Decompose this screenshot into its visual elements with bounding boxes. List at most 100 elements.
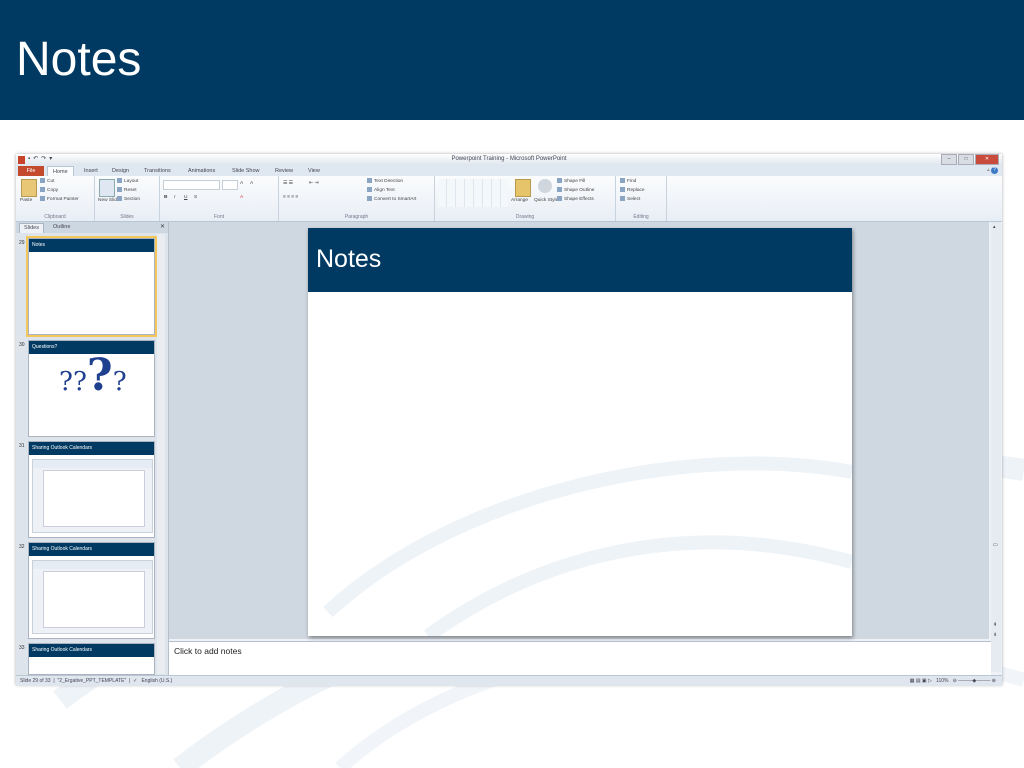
maximize-button[interactable]: □ (958, 154, 974, 165)
tab-insert[interactable]: Insert (84, 166, 98, 176)
underline-button[interactable]: U (184, 194, 187, 201)
close-panel-icon[interactable]: ✕ (160, 223, 165, 230)
arrange-icon[interactable] (515, 179, 531, 197)
slide-swoosh-decoration (323, 456, 852, 636)
find-button[interactable]: Find (620, 178, 636, 185)
shadow-button[interactable]: S (194, 194, 197, 201)
cut-button[interactable]: Cut (40, 178, 54, 185)
font-name-select[interactable] (163, 180, 220, 190)
quick-styles-icon[interactable] (538, 179, 552, 193)
tab-animations[interactable]: Animations (188, 166, 215, 176)
title-bar: ▪ ↶ ↷ ▾ Powerpoint Training - Microsoft … (16, 154, 1002, 165)
previous-slide-icon[interactable]: ⇞ (993, 622, 997, 628)
spellcheck-icon[interactable]: ✓ (133, 678, 137, 684)
convert-smartart-button[interactable]: Convert to SmartArt (367, 196, 416, 203)
next-slide-icon[interactable]: ⇟ (993, 632, 997, 638)
tab-transitions[interactable]: Transitions (144, 166, 171, 176)
shape-fill-button[interactable]: Shape Fill (557, 178, 585, 185)
slides-panel: Slides Outline ✕ 29 Notes 30 Questions? … (16, 222, 169, 675)
view-buttons[interactable]: ▦ ▤ ▣ ▷ (910, 678, 932, 684)
ribbon-help-area: ▵ ? (987, 167, 998, 174)
scroll-thumb-icon[interactable]: ▭ (993, 542, 998, 548)
copy-button[interactable]: Copy (40, 187, 58, 194)
font-size-select[interactable] (222, 180, 238, 190)
align-icons[interactable]: ≡ ≡ ≡ ≡ (283, 194, 298, 201)
shape-outline-icon (557, 187, 562, 193)
copy-icon (40, 187, 45, 193)
grow-font-icon[interactable]: A (240, 180, 243, 187)
notes-placeholder[interactable]: Click to add notes (174, 646, 242, 656)
slides-panel-scrollbar[interactable] (157, 234, 165, 674)
editor-scrollbar[interactable]: ▴ ▭ ⇞ ⇟ (991, 222, 1001, 672)
format-painter-icon (40, 196, 45, 202)
thumbnail-title: Notes (29, 239, 154, 252)
minimize-button[interactable]: – (941, 154, 957, 165)
italic-button[interactable]: I (174, 194, 175, 201)
thumbnail-title: Sharing Outlook Calendars (29, 543, 154, 556)
paste-icon[interactable] (21, 179, 37, 197)
thumbnail-screenshot (32, 560, 153, 634)
shapes-gallery[interactable] (438, 179, 508, 207)
bullets-icon[interactable]: ☰ ☰ (283, 180, 293, 187)
thumbnail-title: Sharing Outlook Calendars (29, 442, 154, 455)
bold-button[interactable]: B (164, 194, 167, 201)
status-right: ▦ ▤ ▣ ▷ 110% ⊖ ────◆──── ⊕ (910, 676, 996, 686)
slide-thumbnail-32[interactable]: Sharing Outlook Calendars (28, 542, 155, 639)
font-color-icon[interactable]: A (240, 194, 243, 201)
shape-effects-button[interactable]: Shape Effects (557, 196, 594, 203)
paragraph-group: ☰ ☰ ⇤ ⇥ ≡ ≡ ≡ ≡ Text Direction Align Tex… (279, 176, 435, 221)
layout-button[interactable]: Layout (117, 178, 138, 185)
editing-group: Find Replace Select Editing (616, 176, 667, 221)
clipboard-group-label: Clipboard (44, 214, 66, 220)
notes-pane[interactable]: Click to add notes (169, 641, 991, 676)
minimize-ribbon-icon[interactable]: ▵ (987, 167, 990, 173)
format-painter-button[interactable]: Format Painter (40, 196, 79, 203)
thumbnail-number: 32 (19, 544, 25, 550)
align-text-icon (367, 187, 372, 193)
font-group: A A B I U S A Font (160, 176, 279, 221)
align-text-button[interactable]: Align Text (367, 187, 395, 194)
thumbnail-screenshot (32, 459, 153, 533)
question-marks-graphic: ???? (59, 350, 127, 401)
shape-fill-icon (557, 178, 562, 184)
tab-file[interactable]: File (18, 166, 44, 176)
current-slide[interactable]: Notes (308, 228, 852, 636)
slide-thumbnail-31[interactable]: Sharing Outlook Calendars (28, 441, 155, 538)
clipboard-group: Paste Cut Copy Format Painter Clipboard (16, 176, 95, 221)
drawing-group-label: Drawing (515, 214, 535, 220)
paste-button[interactable]: Paste (20, 197, 32, 204)
font-group-label: Font (213, 214, 224, 220)
scroll-up-icon[interactable]: ▴ (993, 224, 996, 230)
close-button[interactable]: ✕ (975, 154, 999, 165)
shape-outline-button[interactable]: Shape Outline (557, 187, 594, 194)
tab-view[interactable]: View (308, 166, 320, 176)
text-direction-button[interactable]: Text Direction (367, 178, 403, 185)
arrange-button[interactable]: Arrange (511, 197, 528, 204)
tab-review[interactable]: Review (275, 166, 293, 176)
help-icon[interactable]: ? (991, 167, 998, 174)
reset-button[interactable]: Reset (117, 187, 137, 194)
indent-icon[interactable]: ⇤ ⇥ (309, 180, 318, 187)
select-button[interactable]: Select (620, 196, 640, 203)
slide-thumbnail-30[interactable]: Questions? ???? (28, 340, 155, 437)
shrink-font-icon[interactable]: A (250, 180, 253, 187)
zoom-slider[interactable]: ⊖ ────◆──── ⊕ (953, 678, 996, 684)
window-controls: – □ ✕ (941, 154, 999, 165)
zoom-level[interactable]: 110% (936, 678, 948, 684)
slide-thumbnail-33[interactable]: Sharing Outlook Calendars (28, 643, 155, 675)
replace-button[interactable]: Replace (620, 187, 645, 194)
text-direction-icon (367, 178, 372, 184)
paragraph-group-label: Paragraph (344, 214, 369, 220)
cut-icon (40, 178, 45, 184)
language[interactable]: English (U.S.) (141, 678, 172, 684)
tab-slide-show[interactable]: Slide Show (232, 166, 260, 176)
tab-outline[interactable]: Outline (49, 223, 74, 232)
new-slide-icon[interactable] (99, 179, 115, 197)
smartart-icon (367, 196, 372, 202)
tab-slides[interactable]: Slides (19, 223, 44, 233)
status-bar: Slide 29 of 33 | "2_Ergative_PPT_TEMPLAT… (16, 675, 1002, 686)
current-slide-title[interactable]: Notes (316, 242, 381, 276)
section-button[interactable]: Section (117, 196, 140, 203)
tab-design[interactable]: Design (112, 166, 129, 176)
slide-thumbnail-29[interactable]: Notes (26, 236, 157, 337)
